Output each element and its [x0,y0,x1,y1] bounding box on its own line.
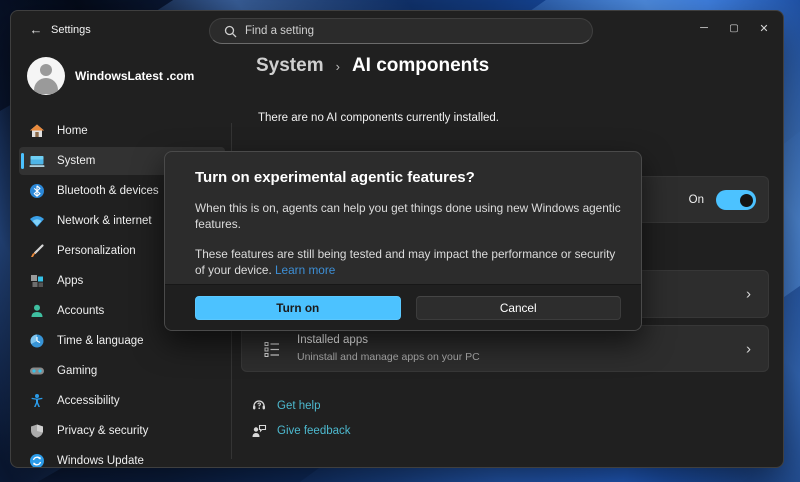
sidebar-item-label: Privacy & security [57,425,148,437]
empty-state-message: There are no AI components currently ins… [258,112,499,124]
close-button[interactable]: ✕ [749,15,779,41]
turn-on-button[interactable]: Turn on [195,296,401,320]
learn-more-link[interactable]: Learn more [275,263,335,277]
back-button[interactable]: ← [25,20,47,40]
sidebar-item-label: Home [57,125,88,137]
dialog-body-1: When this is on, agents can help you get… [195,201,627,233]
settings-window: ← Settings Find a setting ─ ▢ ✕ WindowsL… [10,10,784,468]
get-help-icon [251,398,267,414]
sidebar-item-label: Accessibility [57,395,120,407]
profile-name: WindowsLatest .com [75,69,194,83]
sidebar-item-label: Windows Update [57,455,144,467]
sidebar-item-gaming[interactable]: Gaming [19,357,225,385]
personalization-icon [29,243,45,259]
accounts-icon [29,303,45,319]
back-icon: ← [30,22,43,37]
installed-apps-subtitle: Uninstall and manage apps on your PC [297,351,480,363]
breadcrumb-parent[interactable]: System [256,55,324,77]
sidebar-item-label: Accounts [57,305,104,317]
breadcrumb-separator-icon: › [336,59,340,74]
apps-icon [29,273,45,289]
chevron-right-icon: › [746,340,751,357]
sidebar-item-label: Network & internet [57,215,152,227]
home-icon [29,123,45,139]
get-help-label: Get help [277,400,320,412]
get-help-link[interactable]: Get help [251,398,320,414]
search-placeholder: Find a setting [245,25,314,37]
minimize-button[interactable]: ─ [689,15,719,41]
cancel-button[interactable]: Cancel [416,296,622,320]
chevron-right-icon: › [746,286,751,303]
toggle-knob [740,194,753,207]
installed-apps-row[interactable]: Installed apps Uninstall and manage apps… [241,325,769,372]
avatar[interactable] [27,57,65,95]
sidebar-item-label: Time & language [57,335,144,347]
sidebar-item-windows-update[interactable]: Windows Update [19,447,225,468]
search-icon [224,25,237,38]
sidebar-item-privacy-security[interactable]: Privacy & security [19,417,225,445]
sidebar-item-label: Bluetooth & devices [57,185,159,197]
system-icon [29,153,45,169]
sidebar-item-label: System [57,155,95,167]
sidebar-item-time-language[interactable]: Time & language [19,327,225,355]
installed-apps-title: Installed apps [297,334,368,346]
agentic-toggle[interactable] [716,190,756,210]
sidebar-item-home[interactable]: Home [19,117,225,145]
time-language-icon [29,333,45,349]
network-icon [29,213,45,229]
give-feedback-icon [251,423,267,439]
dialog-title: Turn on experimental agentic features? [195,169,611,186]
privacy-icon [29,423,45,439]
accessibility-icon [29,393,45,409]
sidebar-item-accessibility[interactable]: Accessibility [19,387,225,415]
dialog-body-2: These features are still being tested an… [195,247,627,279]
breadcrumb: System › AI components [256,55,489,77]
maximize-button[interactable]: ▢ [719,15,749,41]
app-title: Settings [51,24,91,36]
toggle-state-label: On [689,194,704,206]
dialog-footer: Turn on Cancel [165,284,641,330]
gaming-icon [29,363,45,379]
agentic-features-dialog: Turn on experimental agentic features? W… [164,151,642,331]
give-feedback-link[interactable]: Give feedback [251,423,351,439]
installed-apps-icon [264,341,281,358]
dialog-body-2-text: These features are still being tested an… [195,247,615,277]
sidebar-item-label: Personalization [57,245,136,257]
give-feedback-label: Give feedback [277,425,351,437]
page-title: AI components [352,55,489,77]
search-input[interactable]: Find a setting [209,18,593,44]
sidebar-item-label: Gaming [57,365,97,377]
windows-update-icon [29,453,45,468]
sidebar-item-label: Apps [57,275,83,287]
bluetooth-icon [29,183,45,199]
